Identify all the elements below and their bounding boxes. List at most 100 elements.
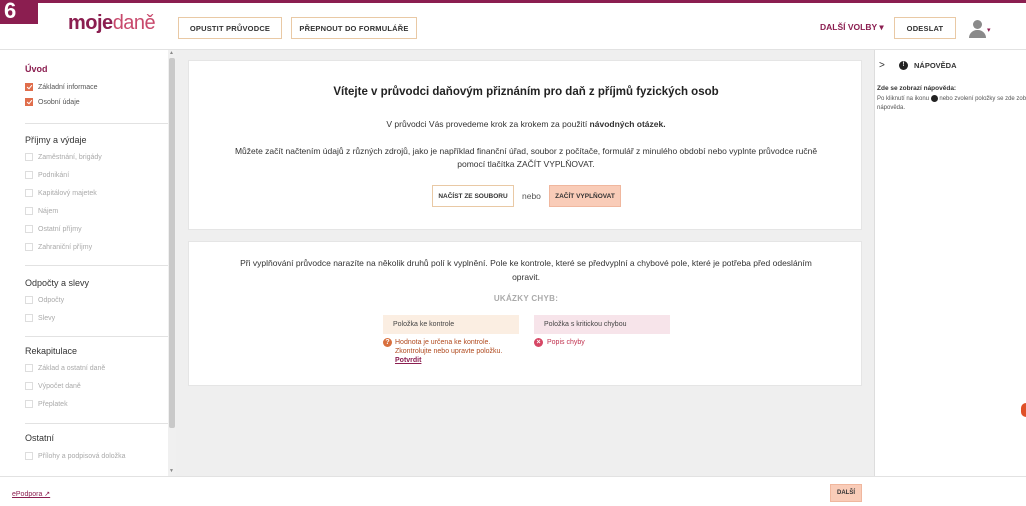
more-options-menu[interactable]: DALŠÍ VOLBY ▾ [820,22,884,33]
checkbox-icon [25,400,33,408]
welcome-subtitle: V průvodci Vás provedeme krok za krokem … [189,119,863,129]
sidebar-item-personal-data[interactable]: Osobní údaje [25,98,80,106]
help-title: ! NÁPOVĚDA [899,61,957,70]
chevron-right-icon[interactable]: > [879,60,885,71]
checkbox-icon [25,243,33,251]
sidebar-item-rent[interactable]: Nájem [25,207,58,215]
logo[interactable]: mojedaně [68,12,156,35]
avatar-body [969,30,986,38]
switch-to-forms-button[interactable]: PŘEPNOUT DO FORMULÁŘE [291,17,417,39]
sidebar-item-foreign-income[interactable]: Zahraniční příjmy [25,243,92,251]
step-badge: 6 [0,0,38,24]
checkbox-checked-icon [25,98,33,106]
sidebar-item-business[interactable]: Podnikání [25,171,69,179]
sidebar-item-label: Kapitálový majetek [38,189,97,197]
help-body: Po kliknutí na ikonu nebo zvolení položk… [877,95,1026,113]
help-title-text: NÁPOVĚDA [914,61,957,70]
sidebar-item-label: Slevy [38,314,56,322]
error-examples-heading: UKÁZKY CHYB: [493,294,559,303]
info-dot-icon [930,95,938,102]
epodpora-link[interactable]: ePodpora ↗ [12,490,50,498]
load-from-file-button[interactable]: NAČÍST ZE SOUBORU [432,185,514,207]
help-panel: > ! NÁPOVĚDA Zde se zobrazí nápověda: Po… [874,50,1026,476]
divider [25,123,168,124]
sidebar-item-label: Základ a ostatní daně [38,364,106,372]
checkbox-icon [25,382,33,390]
help-heading: Zde se zobrazí nápověda: [877,85,957,92]
top-accent-line [0,0,1026,3]
sidebar-item-basic-info[interactable]: Základní informace [25,83,98,91]
main-content: Vítejte v průvodci daňovým přiznáním pro… [176,50,874,476]
welcome-card: Vítejte v průvodci daňovým přiznáním pro… [188,60,862,230]
sidebar-item-label: Zaměstnání, brigády [38,153,102,161]
welcome-subtitle-text: V průvodci Vás provedeme krok za krokem … [386,119,590,129]
checkbox-icon [25,296,33,304]
error-message-text: Popis chyby [547,339,585,346]
sidebar-item-employment[interactable]: Zaměstnání, brigády [25,153,102,161]
checkbox-icon [25,225,33,233]
section-title-recap[interactable]: Rekapitulace [25,346,77,356]
exit-guide-button[interactable]: OPUSTIT PRŮVODCE [178,17,282,39]
chevron-down-icon: ▾ [987,27,991,34]
field-to-check-example[interactable]: Položka ke kontrole [383,315,519,334]
scroll-up-icon[interactable]: ▲ [169,50,174,56]
sidebar-item-label: Základní informace [38,83,98,91]
checkbox-checked-icon [25,83,33,91]
check-message: ? Hodnota je určena ke kontrole. Zkontro… [383,338,523,365]
section-title-other[interactable]: Ostatní [25,433,54,443]
welcome-description: Můžete začít načtením údajů z různých zd… [234,146,818,169]
sidebar-item-capital[interactable]: Kapitálový majetek [25,189,97,197]
help-edge-marker [1021,403,1026,417]
sidebar-item-overpayment[interactable]: Přeplatek [25,400,68,408]
sidebar-item-label: Přeplatek [38,400,68,408]
check-message-text: Hodnota je určena ke kontrole. Zkontrolu… [395,339,503,355]
footer: ePodpora ↗ DALŠÍ [0,476,1026,506]
sidebar-scroll-thumb[interactable] [169,58,175,428]
scroll-down-icon[interactable]: ▼ [169,468,174,474]
sidebar-item-discounts[interactable]: Slevy [25,314,55,322]
sidebar-item-label: Zahraniční příjmy [38,243,93,251]
error-x-icon: × [534,338,543,347]
divider [25,423,168,424]
section-title-deductions[interactable]: Odpočty a slevy [25,278,89,288]
section-title-income[interactable]: Příjmy a výdaje [25,135,87,145]
sidebar-item-label: Ostatní příjmy [38,225,82,233]
info-icon: ! [899,61,908,70]
sidebar-item-tax-base[interactable]: Základ a ostatní daně [25,364,105,372]
user-avatar-icon[interactable]: ▾ [968,20,991,40]
next-button[interactable]: DALŠÍ [830,484,862,502]
welcome-title: Vítejte v průvodci daňovým přiznáním pro… [333,86,719,98]
divider [25,265,168,266]
logo-part-1: moje [68,12,113,34]
logo-part-2: daně [112,12,156,34]
start-filling-button[interactable]: ZAČÍT VYPLŇOVAT [549,185,621,207]
checkbox-icon [25,153,33,161]
sidebar-item-label: Výpočet daně [38,382,81,390]
confirm-link[interactable]: Potvrdit [395,356,523,365]
sidebar-item-tax-calc[interactable]: Výpočet daně [25,382,81,390]
sidebar-item-label: Nájem [38,207,59,215]
sidebar-item-attachments[interactable]: Přílohy a podpisová doložka [25,452,126,460]
checkbox-icon [25,314,33,322]
checkbox-icon [25,364,33,372]
sidebar-item-label: Osobní údaje [38,98,80,106]
avatar-head [973,20,982,29]
sidebar: Úvod Základní informace Osobní údaje Pří… [10,50,168,476]
checkbox-icon [25,452,33,460]
sidebar-item-label: Přílohy a podpisová doložka [38,452,126,460]
checkbox-icon [25,171,33,179]
top-bar: 6 mojedaně OPUSTIT PRŮVODCE PŘEPNOUT DO … [0,0,1026,50]
error-message: × Popis chyby [534,338,585,347]
help-body-text-1: Po kliknutí na ikonu [877,96,930,103]
sidebar-item-other-income[interactable]: Ostatní příjmy [25,225,82,233]
sidebar-item-label: Odpočty [38,296,65,304]
section-title-uvod[interactable]: Úvod [25,64,48,74]
send-button[interactable]: ODESLAT [894,17,956,39]
divider [25,336,168,337]
or-text: nebo [522,191,541,201]
question-icon: ? [383,338,392,347]
checkbox-icon [25,189,33,197]
sidebar-item-label: Podnikání [38,171,70,179]
field-critical-error-example[interactable]: Položka s kritickou chybou [534,315,670,334]
sidebar-item-deductions[interactable]: Odpočty [25,296,64,304]
